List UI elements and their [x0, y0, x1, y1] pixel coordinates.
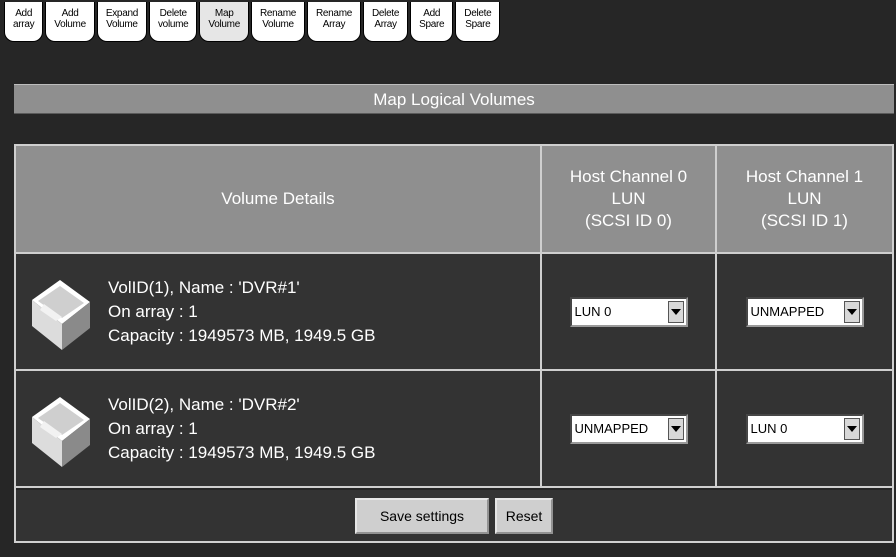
tab-add-array[interactable]: Add array	[4, 2, 44, 42]
reset-button[interactable]: Reset	[495, 497, 553, 534]
tab-label: Array	[322, 19, 346, 30]
header-volume-details: Volume Details	[16, 146, 542, 252]
select-value: UNMAPPED	[574, 421, 649, 436]
host1-lun-cell: LUN 0	[717, 371, 892, 486]
chevron-down-icon[interactable]	[843, 417, 860, 440]
table-header-row: Volume Details Host Channel 0 LUN (SCSI …	[16, 146, 892, 254]
select-value: UNMAPPED	[750, 304, 825, 319]
volume-details-cell: VolID(1), Name : 'DVR#1' On array : 1 Ca…	[16, 254, 542, 369]
host1-lun-cell: UNMAPPED	[717, 254, 892, 369]
disk-volume-icon	[32, 279, 90, 350]
volume-array-text: On array : 1	[108, 301, 198, 321]
disk-volume-icon	[32, 396, 90, 467]
tab-label: Volume	[208, 19, 240, 30]
header-label: Volume Details	[221, 189, 335, 208]
tab-label: Array	[374, 19, 397, 30]
table-row: VolID(2), Name : 'DVR#2' On array : 1 Ca…	[16, 371, 892, 488]
tab-label: Map	[214, 8, 234, 19]
host0-lun-select[interactable]: UNMAPPED	[569, 413, 688, 444]
volume-name-text: VolID(1), Name : 'DVR#1'	[108, 277, 300, 297]
host1-lun-select[interactable]: LUN 0	[745, 413, 864, 444]
tab-label: array	[13, 19, 35, 30]
tab-label: Add	[61, 8, 79, 19]
host0-lun-select[interactable]: LUN 0	[569, 296, 688, 327]
header-label: Host Channel 1	[745, 167, 864, 186]
tab-label: Volume	[54, 19, 86, 30]
header-label: LUN	[611, 189, 646, 208]
header-host-channel-1: Host Channel 1 LUN (SCSI ID 1)	[717, 146, 892, 252]
header-label: Host Channel 0	[569, 167, 688, 186]
volume-details-cell: VolID(2), Name : 'DVR#2' On array : 1 Ca…	[16, 371, 542, 486]
volume-capacity-text: Capacity : 1949573 MB, 1949.5 GB	[108, 442, 376, 462]
tab-label: Delete	[464, 8, 492, 19]
tab-delete-spare[interactable]: Delete Spare	[455, 2, 501, 42]
host0-lun-cell: UNMAPPED	[542, 371, 717, 486]
tab-delete-volume[interactable]: Delete volume	[148, 2, 198, 42]
volume-name-text: VolID(2), Name : 'DVR#2'	[108, 394, 300, 414]
host0-lun-cell: LUN 0	[542, 254, 717, 369]
tab-label: Rename	[315, 8, 352, 19]
tab-label: Delete	[371, 8, 400, 19]
tab-label: Spare	[465, 19, 491, 30]
tab-label: volume	[157, 19, 189, 30]
header-label: (SCSI ID 0)	[585, 211, 672, 230]
tab-list: Add array Add Volume Expand Volume Delete vo…	[4, 2, 502, 42]
tab-label: Volume	[106, 19, 138, 30]
tab-add-volume[interactable]: Add Volume	[45, 2, 95, 42]
volume-array-text: On array : 1	[108, 418, 198, 438]
select-value: LUN 0	[750, 421, 788, 436]
header-host-channel-0: Host Channel 0 LUN (SCSI ID 0)	[542, 146, 717, 252]
tab-expand-volume[interactable]: Expand Volume	[96, 2, 147, 42]
chevron-down-icon[interactable]	[667, 300, 684, 323]
save-settings-button[interactable]: Save settings	[355, 497, 489, 534]
chevron-down-icon[interactable]	[667, 417, 684, 440]
host1-lun-select[interactable]: UNMAPPED	[745, 296, 864, 327]
volume-map-table: Volume Details Host Channel 0 LUN (SCSI …	[14, 144, 894, 543]
tab-bar: Add array Add Volume Expand Volume Delete vo…	[0, 0, 896, 46]
table-row: VolID(1), Name : 'DVR#1' On array : 1 Ca…	[16, 254, 892, 371]
select-value: LUN 0	[574, 304, 612, 319]
page-title: Map Logical Volumes	[14, 84, 894, 114]
tab-label: Add	[15, 8, 33, 19]
tab-rename-volume[interactable]: Rename Volume	[250, 2, 305, 42]
header-label: LUN	[787, 189, 822, 208]
tab-label: Expand	[105, 8, 138, 19]
tab-label: Rename	[259, 8, 296, 19]
tab-label: Volume	[262, 19, 294, 30]
tab-add-spare[interactable]: Add Spare	[410, 2, 454, 42]
tab-delete-array[interactable]: Delete Array	[362, 2, 409, 42]
tab-label: Add	[423, 8, 441, 19]
tab-rename-array[interactable]: Rename Array	[306, 2, 361, 42]
tab-label: Delete	[159, 8, 187, 19]
tab-label: Spare	[419, 19, 445, 30]
volume-capacity-text: Capacity : 1949573 MB, 1949.5 GB	[108, 325, 376, 345]
table-footer: Save settings Reset	[16, 490, 892, 541]
header-label: (SCSI ID 1)	[761, 211, 848, 230]
chevron-down-icon[interactable]	[843, 300, 860, 323]
tab-map-volume[interactable]: Map Volume	[199, 2, 249, 42]
